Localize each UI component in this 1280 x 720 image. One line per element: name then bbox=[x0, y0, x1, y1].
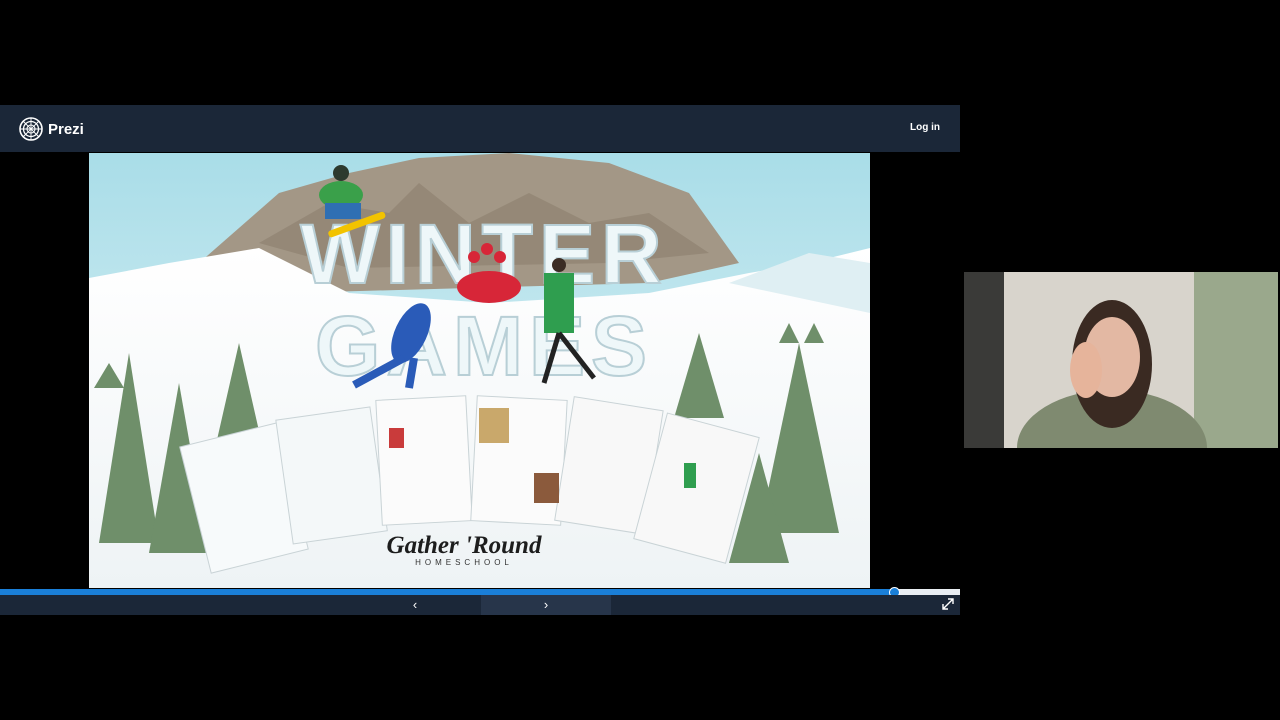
presentation-stage: WINTER GAMES Gather 'Round HOMESCHOOL bbox=[0, 152, 960, 590]
fullscreen-icon[interactable] bbox=[942, 598, 954, 610]
brand-name: Gather 'Round bbox=[387, 532, 542, 559]
slide-illustration: WINTER GAMES Gather 'Round HOMESCHOOL bbox=[89, 153, 870, 588]
previous-button[interactable]: ‹ bbox=[350, 595, 480, 615]
prezi-logo[interactable]: Prezi bbox=[19, 117, 84, 141]
plant bbox=[1194, 272, 1278, 448]
shelf bbox=[964, 272, 1004, 448]
slide-canvas: WINTER GAMES Gather 'Round HOMESCHOOL bbox=[89, 153, 870, 588]
top-bar: Prezi Log in bbox=[0, 105, 960, 152]
next-button[interactable]: › bbox=[481, 595, 611, 615]
chevron-left-icon: ‹ bbox=[412, 597, 418, 612]
app-name: Prezi bbox=[48, 120, 84, 138]
navigation-bar: ‹ › bbox=[0, 595, 960, 615]
prezi-viewer: Prezi Log in WINTER GAMES Gather 'Round … bbox=[0, 105, 960, 615]
brand-subtitle: HOMESCHOOL bbox=[415, 558, 513, 567]
person-hand bbox=[1070, 342, 1102, 398]
login-button[interactable]: Log in bbox=[910, 122, 940, 133]
prezi-logo-icon bbox=[19, 117, 43, 141]
chevron-right-icon: › bbox=[543, 597, 549, 612]
webcam-video bbox=[964, 272, 1278, 448]
